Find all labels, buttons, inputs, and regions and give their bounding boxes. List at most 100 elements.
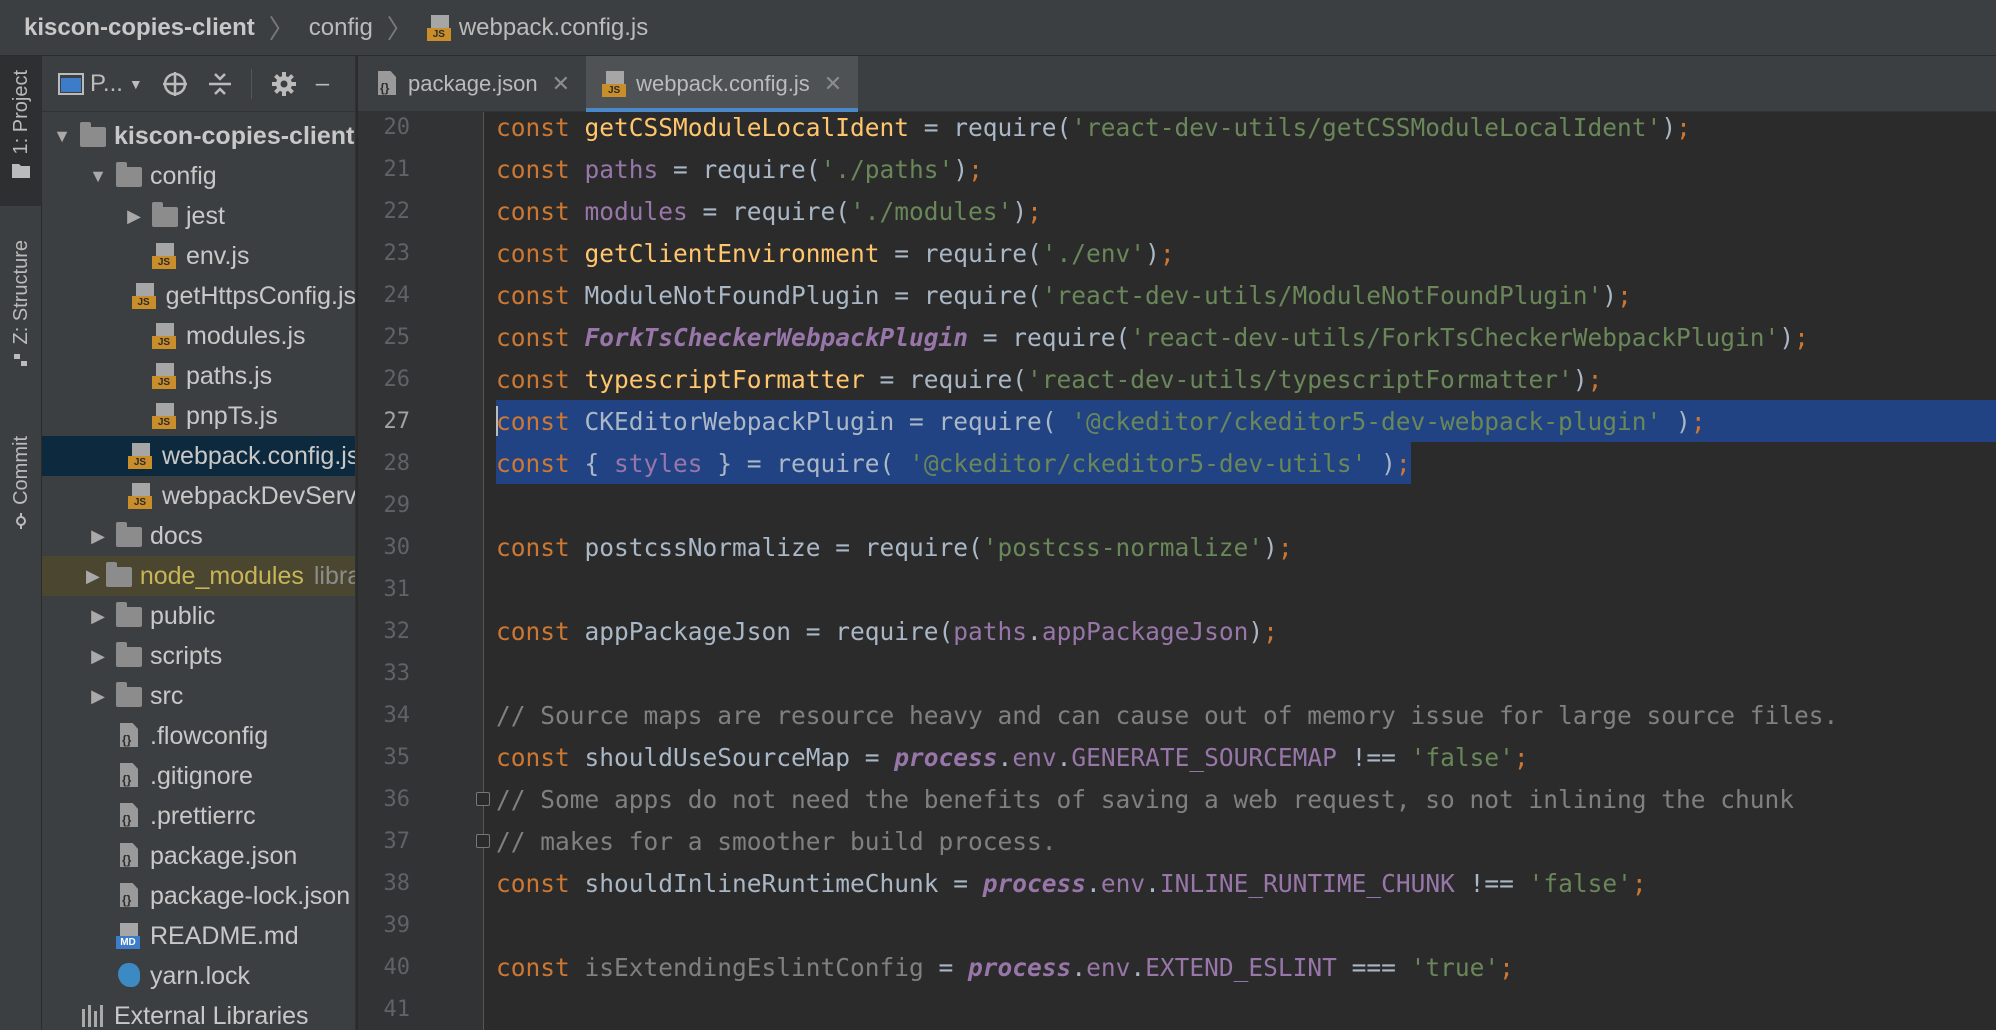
code-line[interactable]: 24 const ModuleNotFoundPlugin = require('… bbox=[358, 274, 1996, 316]
code-text: const paths = require('./paths'); bbox=[496, 155, 983, 184]
code-token: ) bbox=[1572, 364, 1588, 394]
code-token: ; bbox=[1587, 364, 1603, 394]
code-token: ) bbox=[1145, 238, 1160, 268]
code-line[interactable]: 38 const shouldInlineRuntimeChunk = proce… bbox=[358, 862, 1996, 904]
tree-file[interactable]: {} .flowconfig bbox=[42, 716, 355, 756]
commit-tool-button[interactable]: Commit bbox=[0, 436, 42, 556]
code-line[interactable]: 34 // Source maps are resource heavy and … bbox=[358, 694, 1996, 736]
code-line[interactable]: 26 const typescriptFormatter = require('r… bbox=[358, 358, 1996, 400]
breadcrumb-project[interactable]: kiscon-copies-client bbox=[24, 14, 255, 42]
code-line[interactable]: 37 // makes for a smoother build process. bbox=[358, 820, 1996, 862]
tree-folder[interactable]: ▶ src bbox=[42, 676, 355, 716]
code-text: const shouldUseSourceMap = process.env.G… bbox=[496, 743, 1529, 772]
tree-folder[interactable]: ▶ node_modules library root bbox=[42, 556, 355, 596]
code-token: ; bbox=[1676, 112, 1691, 142]
code-token: ; bbox=[1499, 952, 1514, 982]
gear-icon[interactable] bbox=[270, 70, 298, 98]
code-line[interactable]: 27 const CKEditorWebpackPlugin = require(… bbox=[358, 400, 1996, 442]
structure-tool-button[interactable]: Z: Structure bbox=[0, 240, 42, 390]
code-editor[interactable]: 20 const getCSSModuleLocalIdent = require… bbox=[358, 112, 1996, 1030]
code-token: ; bbox=[968, 154, 983, 184]
code-text: const { styles } = require( '@ckeditor/c… bbox=[496, 449, 1411, 478]
code-line[interactable]: 22 const modules = require('./modules'); bbox=[358, 190, 1996, 232]
hide-icon[interactable]: – bbox=[316, 70, 329, 98]
code-line[interactable]: 39 bbox=[358, 904, 1996, 946]
close-icon[interactable]: ✕ bbox=[552, 71, 570, 97]
chevron-right-icon[interactable]: ▶ bbox=[86, 686, 110, 707]
code-token: // Source maps are resource heavy and ca… bbox=[496, 700, 1839, 730]
code-line[interactable]: 20 const getCSSModuleLocalIdent = require… bbox=[358, 112, 1996, 148]
fold-marker-icon[interactable] bbox=[476, 834, 490, 848]
tree-label: docs bbox=[150, 521, 203, 550]
commit-icon bbox=[16, 512, 26, 529]
chevron-right-icon[interactable]: ▶ bbox=[86, 566, 100, 587]
collapse-all-icon[interactable] bbox=[207, 70, 233, 98]
locate-icon[interactable] bbox=[161, 70, 189, 98]
tree-file[interactable]: MD README.md bbox=[42, 916, 355, 956]
code-line[interactable]: 23 const getClientEnvironment = require('… bbox=[358, 232, 1996, 274]
code-token: const bbox=[496, 154, 585, 184]
code-token: const bbox=[496, 868, 585, 898]
tree-file[interactable]: JS env.js bbox=[42, 236, 355, 276]
chevron-down-icon[interactable]: ▼ bbox=[86, 166, 110, 187]
chevron-down-icon[interactable]: ▼ bbox=[50, 126, 74, 147]
tree-folder[interactable]: ▶ public bbox=[42, 596, 355, 636]
project-view-selector[interactable]: P... ▼ bbox=[58, 70, 143, 98]
tree-file[interactable]: JS pnpTs.js bbox=[42, 396, 355, 436]
chevron-right-icon[interactable]: ▶ bbox=[86, 606, 110, 627]
code-line[interactable]: 35 const shouldUseSourceMap = process.env… bbox=[358, 736, 1996, 778]
config-file-icon: {} bbox=[116, 803, 142, 829]
breadcrumb-folder[interactable]: config bbox=[309, 14, 373, 42]
tree-folder[interactable]: ▼ config bbox=[42, 156, 355, 196]
code-line[interactable]: 33 bbox=[358, 652, 1996, 694]
tree-file[interactable]: JS modules.js bbox=[42, 316, 355, 356]
code-line[interactable]: 32 const appPackageJson = require(paths.a… bbox=[358, 610, 1996, 652]
tree-file[interactable]: {} package-lock.json bbox=[42, 876, 355, 916]
tree-file[interactable]: External Libraries bbox=[42, 996, 355, 1030]
tree-file[interactable]: JS webpackDevServer.config.js bbox=[42, 476, 355, 516]
code-line[interactable]: 21 const paths = require('./paths'); bbox=[358, 148, 1996, 190]
project-tool-button[interactable]: 1: Project bbox=[0, 56, 42, 206]
code-line[interactable]: 25 const ForkTsCheckerWebpackPlugin = req… bbox=[358, 316, 1996, 358]
code-line[interactable]: 41 bbox=[358, 988, 1996, 1030]
code-token: ; bbox=[1513, 742, 1529, 772]
code-token: shouldUseSourceMap = bbox=[584, 742, 895, 772]
code-token: ) bbox=[1263, 532, 1278, 562]
tree-file[interactable]: JS webpack.config.js bbox=[42, 436, 355, 476]
close-icon[interactable]: ✕ bbox=[824, 71, 842, 97]
structure-tool-label: Z: Structure bbox=[9, 240, 32, 345]
fold-marker-icon[interactable] bbox=[476, 792, 490, 806]
tree-label: .prettierrc bbox=[150, 801, 256, 830]
breadcrumb-file[interactable]: JS webpack.config.js bbox=[426, 14, 648, 42]
code-line[interactable]: 30 const postcssNormalize = require('post… bbox=[358, 526, 1996, 568]
tree-file[interactable]: {} .gitignore bbox=[42, 756, 355, 796]
code-token: ; bbox=[1395, 448, 1411, 478]
tree-file[interactable]: JS getHttpsConfig.js bbox=[42, 276, 355, 316]
chevron-right-icon[interactable]: ▶ bbox=[86, 526, 110, 547]
code-line[interactable]: 31 bbox=[358, 568, 1996, 610]
code-text: const getClientEnvironment = require('./… bbox=[496, 239, 1175, 268]
code-line[interactable]: 28 const { styles } = require( '@ckeditor… bbox=[358, 442, 1996, 484]
tree-file[interactable]: {} .prettierrc bbox=[42, 796, 355, 836]
line-number: 21 bbox=[383, 156, 411, 182]
tree-file[interactable]: JS paths.js bbox=[42, 356, 355, 396]
libraries-icon bbox=[80, 1003, 106, 1029]
tree-folder[interactable]: ▶ scripts bbox=[42, 636, 355, 676]
project-toolbar: P... ▼ – bbox=[42, 56, 355, 112]
tree-file[interactable]: {} package.json bbox=[42, 836, 355, 876]
tree-file[interactable]: yarn.lock bbox=[42, 956, 355, 996]
tree-folder[interactable]: ▶ jest bbox=[42, 196, 355, 236]
code-token: . bbox=[1056, 742, 1072, 772]
tree-folder[interactable]: ▶ docs bbox=[42, 516, 355, 556]
chevron-right-icon[interactable]: ▶ bbox=[122, 206, 146, 227]
tab-package-json[interactable]: {} package.json ✕ bbox=[358, 56, 586, 112]
code-line[interactable]: 29 bbox=[358, 484, 1996, 526]
folder-icon bbox=[12, 164, 30, 179]
code-line[interactable]: 36 // Some apps do not need the benefits … bbox=[358, 778, 1996, 820]
code-line[interactable]: 40 const isExtendingEslintConfig = proces… bbox=[358, 946, 1996, 988]
tab-webpack-config-js[interactable]: JS webpack.config.js ✕ bbox=[586, 56, 859, 112]
chevron-right-icon[interactable]: ▶ bbox=[86, 646, 110, 667]
tree-folder[interactable]: ▼ kiscon-copies-client bbox=[42, 116, 355, 156]
code-token: paths bbox=[953, 616, 1028, 646]
code-token: typescriptFormatter bbox=[584, 364, 865, 394]
